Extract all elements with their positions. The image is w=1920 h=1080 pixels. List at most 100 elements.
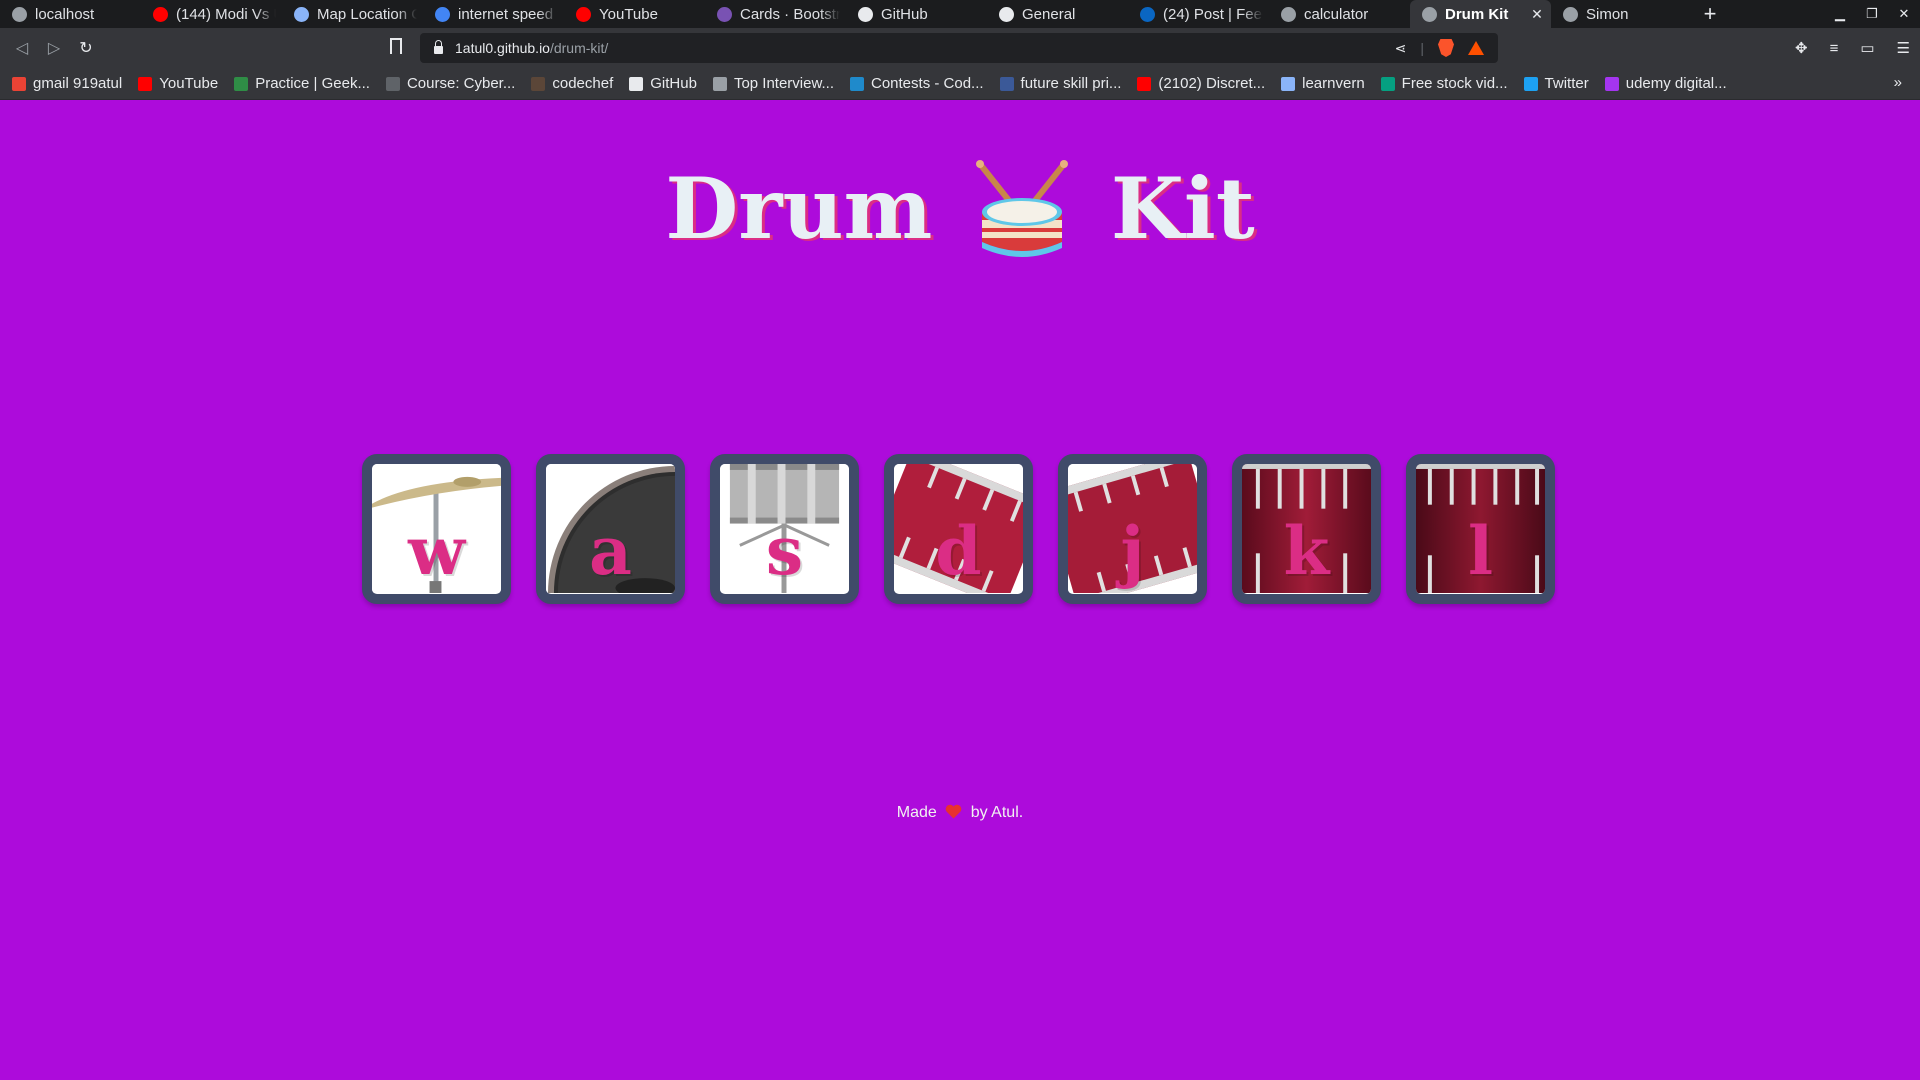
drum-button-w[interactable]: w xyxy=(362,454,511,604)
tab-title: (144) Modi Vs UP xyxy=(176,5,276,23)
browser-tab[interactable]: GitHub xyxy=(846,0,987,28)
tab-title: Simon xyxy=(1586,5,1629,23)
browser-tab[interactable]: (24) Post | Feed xyxy=(1128,0,1269,28)
forward-button[interactable]: ▷ xyxy=(38,38,70,58)
globe-icon xyxy=(1281,6,1296,22)
address-bar[interactable]: 1atul0.github.io/drum-kit/ ⋖ | xyxy=(420,33,1498,63)
bookmark-item[interactable]: GitHub xyxy=(629,75,697,92)
browser-tab[interactable]: localhost xyxy=(0,0,141,28)
bookmark-label: udemy digital... xyxy=(1625,75,1727,92)
youtube-icon xyxy=(576,6,591,22)
lock-icon[interactable] xyxy=(434,40,443,54)
futureskills-icon xyxy=(999,76,1014,91)
playlist-icon[interactable]: ≡ xyxy=(1830,40,1839,57)
drum-key-label: j xyxy=(1120,512,1145,590)
bookmark-label: Course: Cyber... xyxy=(406,75,516,92)
browser-tab[interactable]: internet speed t xyxy=(423,0,564,28)
browser-tab[interactable]: (144) Modi Vs UP xyxy=(141,0,282,28)
share-icon[interactable]: ⋖ xyxy=(1395,40,1407,57)
close-window-button[interactable]: ✕ xyxy=(1888,6,1920,22)
bookmark-item[interactable]: Course: Cyber... xyxy=(385,75,516,92)
codeforces-icon xyxy=(850,76,864,91)
drum-key-label: l xyxy=(1467,512,1494,590)
drum-button-d[interactable]: d xyxy=(884,454,1033,604)
globe-icon xyxy=(12,6,27,22)
url-text[interactable]: 1atul0.github.io/drum-kit/ xyxy=(455,40,608,56)
learnvern-icon xyxy=(1281,76,1296,91)
tab-title: internet speed t xyxy=(458,5,558,23)
bookmark-item[interactable]: (2102) Discret... xyxy=(1137,75,1265,92)
drum-key-label: s xyxy=(765,512,804,590)
browser-toolbar: ◁ ▷ ↻ 1atul0.github.io/drum-kit/ ⋖ | ✥ ≡… xyxy=(0,28,1920,68)
drum-button-k[interactable]: k xyxy=(1232,454,1381,604)
minimize-button[interactable]: ▁ xyxy=(1824,6,1856,22)
browser-tab[interactable]: calculator xyxy=(1269,0,1410,28)
restore-button[interactable]: ❐ xyxy=(1856,6,1888,22)
github-icon xyxy=(629,76,644,91)
bookmark-label: gmail 919atul xyxy=(33,75,123,92)
browser-tab[interactable]: Cards · Bootstrap xyxy=(705,0,846,28)
drum-button-l[interactable]: l xyxy=(1406,454,1555,604)
close-tab-icon[interactable]: ✕ xyxy=(1529,6,1545,23)
google-icon xyxy=(435,6,450,22)
bookmark-list: gmail 919atul YouTube Practice | Geek... Co… xyxy=(12,75,1743,92)
bookmark-icon[interactable] xyxy=(390,38,402,54)
tabs: localhost (144) Modi Vs UP Map Location Ch… xyxy=(0,0,1692,28)
tab-strip: localhost (144) Modi Vs UP Map Location Ch… xyxy=(0,0,1920,28)
extensions-icon[interactable]: ✥ xyxy=(1795,39,1808,57)
drum-button-s[interactable]: s xyxy=(710,454,859,604)
drum-key-label: w xyxy=(408,512,465,590)
tab-title: calculator xyxy=(1304,5,1369,23)
wallet-icon[interactable]: ▭ xyxy=(1860,39,1874,57)
bookmarks-overflow-button[interactable]: » xyxy=(1894,74,1902,91)
youtube-icon xyxy=(138,76,153,91)
drum-button-a[interactable]: a xyxy=(536,454,685,604)
bookmark-label: GitHub xyxy=(650,75,697,92)
bookmark-item[interactable]: future skill pri... xyxy=(999,75,1122,92)
course-icon xyxy=(385,76,400,91)
bookmark-label: codechef xyxy=(552,75,614,92)
browser-tab[interactable]: YouTube xyxy=(564,0,705,28)
url-host: 1atul0.github.io xyxy=(455,40,550,56)
bookmark-item[interactable]: learnvern xyxy=(1281,75,1365,92)
tab-title: GitHub xyxy=(881,5,928,23)
tab-title: Drum Kit xyxy=(1445,5,1509,23)
bookmark-label: Top Interview... xyxy=(733,75,834,92)
footer-made: Made xyxy=(896,804,937,821)
pexels-icon xyxy=(1380,76,1395,91)
twitter-icon xyxy=(1523,76,1538,91)
bookmark-item[interactable]: Practice | Geek... xyxy=(234,75,370,92)
bookmark-item[interactable]: YouTube xyxy=(138,75,218,92)
tab-title: Map Location Ch xyxy=(317,5,417,23)
codechef-icon xyxy=(531,76,546,91)
bookmark-label: Free stock vid... xyxy=(1401,75,1508,92)
bookmark-item[interactable]: codechef xyxy=(531,75,613,92)
brave-shields-icon[interactable] xyxy=(1438,39,1454,57)
browser-tab[interactable]: Map Location Ch xyxy=(282,0,423,28)
bookmark-label: Contests - Cod... xyxy=(871,75,984,92)
back-button[interactable]: ◁ xyxy=(6,38,38,58)
globe-icon xyxy=(1422,6,1437,22)
gmail-icon xyxy=(12,76,26,91)
bookmark-item[interactable]: Free stock vid... xyxy=(1380,75,1508,92)
drum-icon xyxy=(975,160,1068,257)
flag-icon xyxy=(294,6,309,22)
drum-button-j[interactable]: j xyxy=(1058,454,1207,604)
youtube-icon xyxy=(153,6,168,22)
menu-icon[interactable]: ☰ xyxy=(1897,39,1910,57)
bookmark-item[interactable]: Contests - Cod... xyxy=(850,75,984,92)
new-tab-button[interactable]: + xyxy=(1692,0,1728,28)
bookmark-label: future skill pri... xyxy=(1020,75,1122,92)
browser-tab[interactable]: Drum Kit ✕ xyxy=(1410,0,1551,28)
bookmark-item[interactable]: Twitter xyxy=(1523,75,1589,92)
bookmark-item[interactable]: gmail 919atul xyxy=(12,75,122,92)
bookmark-item[interactable]: udemy digital... xyxy=(1604,75,1727,92)
bookmark-label: (2102) Discret... xyxy=(1158,75,1266,92)
reload-button[interactable]: ↻ xyxy=(70,38,102,58)
browser-tab[interactable]: General xyxy=(987,0,1128,28)
brave-rewards-icon[interactable] xyxy=(1468,41,1484,55)
tab-title: localhost xyxy=(35,5,95,23)
udemy-icon xyxy=(1604,76,1619,91)
browser-tab[interactable]: Simon xyxy=(1551,0,1692,28)
bookmark-item[interactable]: Top Interview... xyxy=(712,75,834,92)
